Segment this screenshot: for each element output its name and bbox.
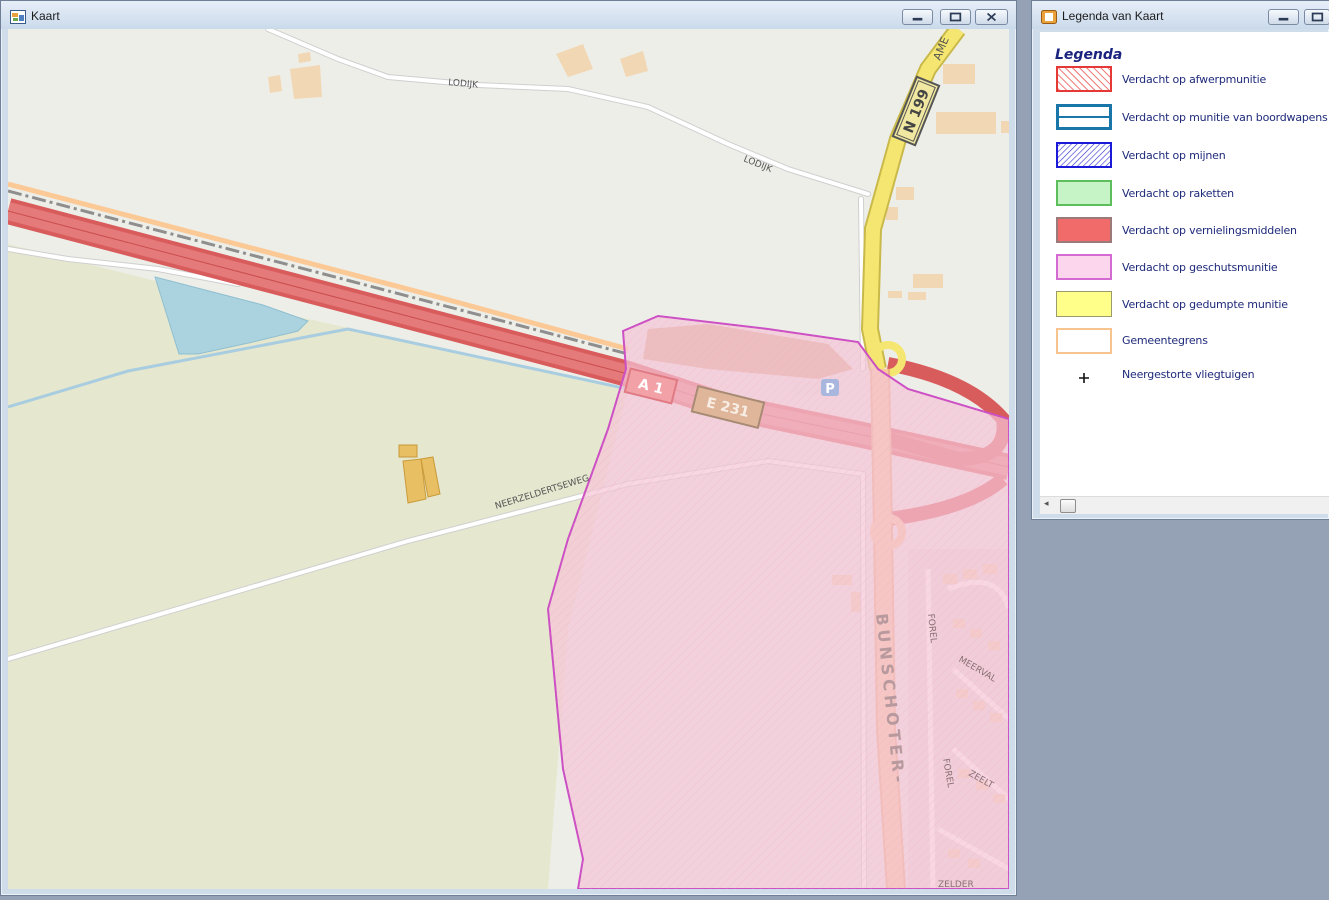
swatch-green — [1056, 180, 1112, 206]
minimize-icon — [1278, 17, 1289, 21]
plus-icon — [1056, 365, 1112, 391]
legend-label: Verdacht op mijnen — [1122, 149, 1226, 162]
legend-item-geschutsmunitie: Verdacht op geschutsmunitie — [1040, 254, 1329, 284]
legend-item-afwerpmunitie: Verdacht op afwerpmunitie — [1040, 66, 1329, 96]
swatch-red — [1056, 217, 1112, 243]
legend-label: Verdacht op raketten — [1122, 187, 1234, 200]
legend-window-title: Legenda van Kaart — [1062, 9, 1164, 23]
road-label-zelder: ZELDER — [938, 880, 974, 889]
map-app-icon — [10, 9, 26, 24]
maximize-button[interactable] — [940, 9, 971, 25]
map-window[interactable]: Kaart N 199 A 1 E 231 P LODIJK LODIJK NE… — [0, 0, 1017, 896]
legend-horizontal-scrollbar[interactable]: ◂ — [1040, 496, 1329, 514]
close-button[interactable] — [975, 9, 1008, 25]
legend-item-mijnen: Verdacht op mijnen — [1040, 142, 1329, 172]
legend-window-titlebar[interactable]: Legenda van Kaart — [1032, 1, 1329, 29]
legend-item-gedumpte-munitie: Verdacht op gedumpte munitie — [1040, 291, 1329, 321]
parking-icon: P — [821, 379, 839, 397]
legend-label: Gemeentegrens — [1122, 334, 1208, 347]
swatch-pink — [1056, 254, 1112, 280]
legend-label: Verdacht op vernielingsmiddelen — [1122, 224, 1297, 237]
legend-label: Verdacht op munitie van boordwapens — [1122, 111, 1328, 124]
legend-maximize-button[interactable] — [1304, 9, 1329, 25]
minimize-icon — [912, 17, 923, 21]
minimize-button[interactable] — [902, 9, 933, 25]
legend-heading: Legenda — [1055, 47, 1123, 63]
legend-item-vernielingsmiddelen: Verdacht op vernielingsmiddelen — [1040, 217, 1329, 247]
scroll-left-icon[interactable]: ◂ — [1044, 499, 1049, 509]
legend-item-gemeentegrens: Gemeentegrens — [1040, 328, 1329, 358]
legend-label: Verdacht op geschutsmunitie — [1122, 261, 1278, 274]
scroll-thumb[interactable] — [1060, 499, 1076, 513]
legend-item-raketten: Verdacht op raketten — [1040, 180, 1329, 210]
swatch-orange-outline — [1056, 328, 1112, 354]
svg-text:P: P — [825, 382, 835, 397]
swatch-blue-hatched — [1056, 142, 1112, 168]
swatch-red-hatched — [1056, 66, 1112, 92]
legend-item-boordwapens: Verdacht op munitie van boordwapens — [1040, 104, 1329, 134]
legend-label: Verdacht op gedumpte munitie — [1122, 298, 1288, 311]
legend-item-vliegtuigen: Neergestorte vliegtuigen — [1040, 365, 1329, 395]
map-window-titlebar[interactable]: Kaart — [1, 1, 1016, 29]
legend-window[interactable]: Legenda van Kaart Legenda Verdacht op af… — [1031, 0, 1329, 520]
map-canvas[interactable]: N 199 A 1 E 231 P LODIJK LODIJK NEERZELD… — [8, 29, 1009, 889]
close-icon — [986, 12, 997, 22]
legend-minimize-button[interactable] — [1268, 9, 1299, 25]
swatch-yellow — [1056, 291, 1112, 317]
map-window-title: Kaart — [31, 9, 60, 23]
maximize-icon — [949, 12, 962, 22]
maximize-icon — [1311, 12, 1324, 22]
legend-label: Neergestorte vliegtuigen — [1122, 368, 1255, 381]
legend-label: Verdacht op afwerpmunitie — [1122, 73, 1267, 86]
swatch-blue-double-line — [1056, 104, 1112, 130]
legend-panel[interactable]: Legenda Verdacht op afwerpmunitie Verdac… — [1040, 32, 1329, 496]
legend-app-icon — [1041, 9, 1057, 24]
